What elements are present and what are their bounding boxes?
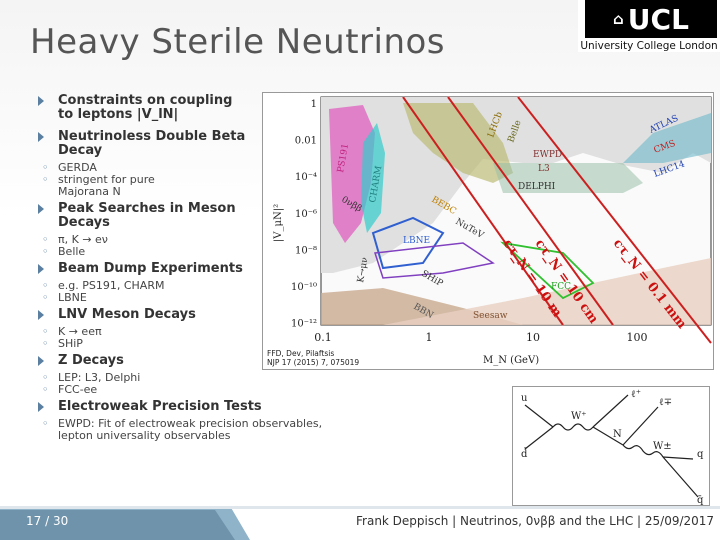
- sub-bullet-icon: ◦: [42, 291, 49, 304]
- sub-bullet-icon: ◦: [42, 417, 49, 430]
- y-tick-label: 1: [311, 99, 317, 110]
- feynman-label: N: [613, 429, 622, 440]
- bullet-arrow-icon: [38, 264, 44, 274]
- y-tick-label: 10⁻⁶: [295, 209, 317, 220]
- sub-bullet-icon: ◦: [42, 337, 49, 350]
- region-label: EWPD: [533, 150, 562, 160]
- y-tick-label: 0.01: [295, 136, 317, 147]
- logo-text: UCL: [627, 2, 689, 36]
- x-tick-label: 1: [426, 331, 433, 344]
- sub-bullet-label: stringent for pure Majorana N: [58, 173, 155, 198]
- sub-bullet-icon: ◦: [42, 245, 49, 258]
- feynman-label: ℓ⁺: [631, 389, 641, 400]
- slide-title: Heavy Sterile Neutrinos: [30, 22, 446, 62]
- plot-credit: FFD, Dev, Pilaftsis NJP 17 (2015) 7, 075…: [267, 349, 360, 367]
- bullet-arrow-icon: [38, 356, 44, 366]
- ucl-logo-mark: ⌂ UCL: [585, 0, 717, 38]
- feynman-svg: u d̄ W⁺ ℓ⁺ Nℓ∓ W± q q̄: [521, 389, 704, 506]
- bullet-label: Electroweak Precision Tests: [58, 399, 262, 414]
- sub-bullet-item: ◦ FCC-ee: [36, 384, 366, 396]
- sub-bullet-icon: ◦: [42, 383, 49, 396]
- y-axis-label: |V_μN|²: [273, 204, 284, 242]
- y-ticks: 1 0.01 10⁻⁴ 10⁻⁶ 10⁻⁸ 10⁻¹⁰ 10⁻¹² |V_μN|²: [273, 99, 317, 330]
- x-axis-label: M_N (GeV): [483, 355, 540, 366]
- feynman-label: d̄: [521, 448, 528, 460]
- page-number: 17 / 30: [26, 514, 69, 528]
- feynman-label: W⁺: [571, 411, 587, 422]
- y-tick-label: 10⁻¹²: [291, 319, 317, 330]
- sub-bullet-label: LBNE: [58, 291, 87, 304]
- feynman-label: q̄: [697, 495, 704, 506]
- sub-bullet-label: SHiP: [58, 337, 83, 350]
- sub-bullet-label: Belle: [58, 245, 86, 258]
- bullet-arrow-icon: [38, 96, 44, 106]
- x-tick-label: 100: [627, 331, 648, 344]
- footer-text: Frank Deppisch | Neutrinos, 0νββ and the…: [356, 514, 715, 528]
- bullet-item: Electroweak Precision Tests: [36, 400, 366, 414]
- portico-icon: ⌂: [613, 10, 624, 28]
- exclusion-plot: 1 0.01 10⁻⁴ 10⁻⁶ 10⁻⁸ 10⁻¹⁰ 10⁻¹² |V_μN|² 0.1 1 1…: [262, 92, 714, 370]
- bullet-arrow-icon: [38, 204, 44, 214]
- y-tick-label: 10⁻⁴: [295, 172, 317, 183]
- feynman-label: u: [521, 393, 528, 404]
- sub-bullet-label: FCC-ee: [58, 383, 98, 396]
- logo-subtitle: University College London: [580, 40, 718, 52]
- y-tick-label: 10⁻¹⁰: [291, 282, 317, 293]
- bullet-arrow-icon: [38, 310, 44, 320]
- region-label: L3: [538, 164, 550, 174]
- feynman-label: ℓ∓: [659, 397, 672, 408]
- feynman-label: W±: [653, 441, 672, 452]
- x-ticks: 0.1 1 10 100: [314, 331, 647, 344]
- plot-svg: 10.0110⁻⁴10⁻⁶10⁻⁸10⁻¹⁰10⁻¹²|V_μN|² 0.1 1 1…: [273, 96, 712, 344]
- sub-bullet-item: ◦ EWPD: Fit of electroweak precision obse…: [36, 418, 366, 442]
- region-label: LBNE: [403, 236, 430, 246]
- sub-bullet-label: EWPD: Fit of electroweak precision obser…: [58, 417, 323, 442]
- x-tick-label: 10: [526, 331, 540, 344]
- bullet-arrow-icon: [38, 132, 44, 142]
- feynman-label: q: [697, 449, 704, 460]
- bullet-arrow-icon: [38, 402, 44, 412]
- x-tick-label: 0.1: [314, 331, 332, 344]
- region-label: Seesaw: [473, 311, 508, 321]
- y-tick-label: 10⁻⁸: [295, 245, 317, 256]
- sub-bullet-icon: ◦: [42, 173, 49, 186]
- feynman-diagram: u d̄ W⁺ ℓ⁺ Nℓ∓ W± q q̄: [512, 386, 710, 506]
- region-label: DELPHI: [518, 182, 556, 192]
